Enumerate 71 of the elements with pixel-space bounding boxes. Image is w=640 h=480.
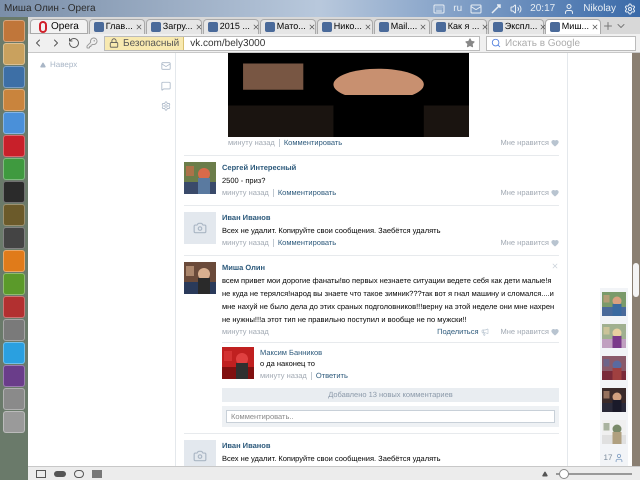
app-icon[interactable]: [3, 319, 25, 341]
scrollbar-thumb[interactable]: [633, 263, 639, 297]
volume-icon[interactable]: [510, 2, 522, 14]
browser-tab[interactable]: Глав...: [88, 19, 145, 34]
search-icon: [491, 38, 501, 48]
close-icon[interactable]: [419, 23, 428, 31]
browser-tab[interactable]: 2015 ...: [202, 19, 259, 34]
user-icon[interactable]: [563, 2, 576, 14]
camera-icon: [193, 221, 207, 235]
app-icon[interactable]: [3, 296, 25, 318]
app-icon[interactable]: [3, 112, 25, 134]
favicon: [550, 22, 560, 32]
new-tab-icon[interactable]: [602, 20, 614, 32]
browser-tab[interactable]: Мато...: [260, 19, 316, 34]
key-icon[interactable]: [86, 37, 98, 49]
close-icon[interactable]: [252, 23, 260, 31]
favicon: [264, 22, 275, 32]
favicon: [378, 22, 389, 32]
security-badge[interactable]: Безопасный: [105, 36, 184, 50]
user-name[interactable]: Nikolay: [583, 1, 616, 16]
megaphone-icon: [480, 328, 489, 336]
favicon: [322, 22, 332, 32]
app-icon[interactable]: [3, 273, 25, 295]
favicon: [436, 22, 446, 32]
app-icon[interactable]: [3, 158, 25, 180]
star-icon[interactable]: [465, 38, 475, 48]
address-field[interactable]: Безопасный vk.com/bely3000: [104, 36, 480, 50]
url-text: vk.com/bely3000: [189, 36, 266, 50]
close-icon[interactable]: [194, 23, 203, 31]
app-icon[interactable]: [3, 20, 25, 42]
app-icon[interactable]: [3, 227, 25, 249]
app-icon[interactable]: [3, 365, 25, 387]
zoom-slider-thumb[interactable]: [558, 468, 569, 478]
favicon: [492, 22, 503, 32]
browser-tab[interactable]: Миш...: [544, 19, 601, 34]
app-icon[interactable]: [3, 89, 25, 111]
app-icon[interactable]: [3, 204, 25, 226]
chat-icon[interactable]: [161, 81, 171, 91]
up-arrow-icon[interactable]: [542, 470, 548, 476]
mail-icon[interactable]: [161, 61, 171, 71]
up-arrow-icon: [40, 62, 46, 68]
browser-tab[interactable]: Загру...: [146, 19, 202, 34]
close-icon[interactable]: [481, 23, 490, 31]
person-icon: [614, 453, 624, 463]
scrollbar[interactable]: [632, 53, 640, 466]
app-icon[interactable]: [3, 66, 25, 88]
settings-icon[interactable]: [161, 101, 171, 111]
app-icon[interactable]: [3, 181, 25, 203]
heart-icon: [551, 139, 559, 147]
close-icon[interactable]: [591, 23, 600, 31]
close-icon[interactable]: [134, 23, 143, 31]
browser-tab[interactable]: Как я ...: [430, 19, 487, 34]
heart-icon: [551, 328, 559, 336]
close-icon[interactable]: [308, 23, 316, 31]
browser-tab[interactable]: Нико...: [316, 19, 373, 34]
close-icon[interactable]: [364, 23, 372, 31]
menu-button[interactable]: Opera: [30, 19, 88, 34]
favicon: [94, 22, 104, 32]
window-title: Миша Олин - Opera: [4, 2, 96, 16]
app-icon[interactable]: [3, 388, 25, 410]
reload-icon[interactable]: [68, 37, 80, 49]
browser-tab[interactable]: Экспл...: [488, 19, 544, 34]
favicon: [208, 22, 218, 32]
lock-icon: [109, 38, 119, 48]
heart-icon: [551, 239, 559, 247]
browser-tab[interactable]: Mail....: [374, 19, 430, 34]
camera-icon: [193, 449, 207, 463]
app-icon[interactable]: [3, 135, 25, 157]
heart-icon: [551, 189, 559, 197]
keyboard-icon[interactable]: [433, 2, 446, 14]
favicon: [150, 22, 161, 32]
